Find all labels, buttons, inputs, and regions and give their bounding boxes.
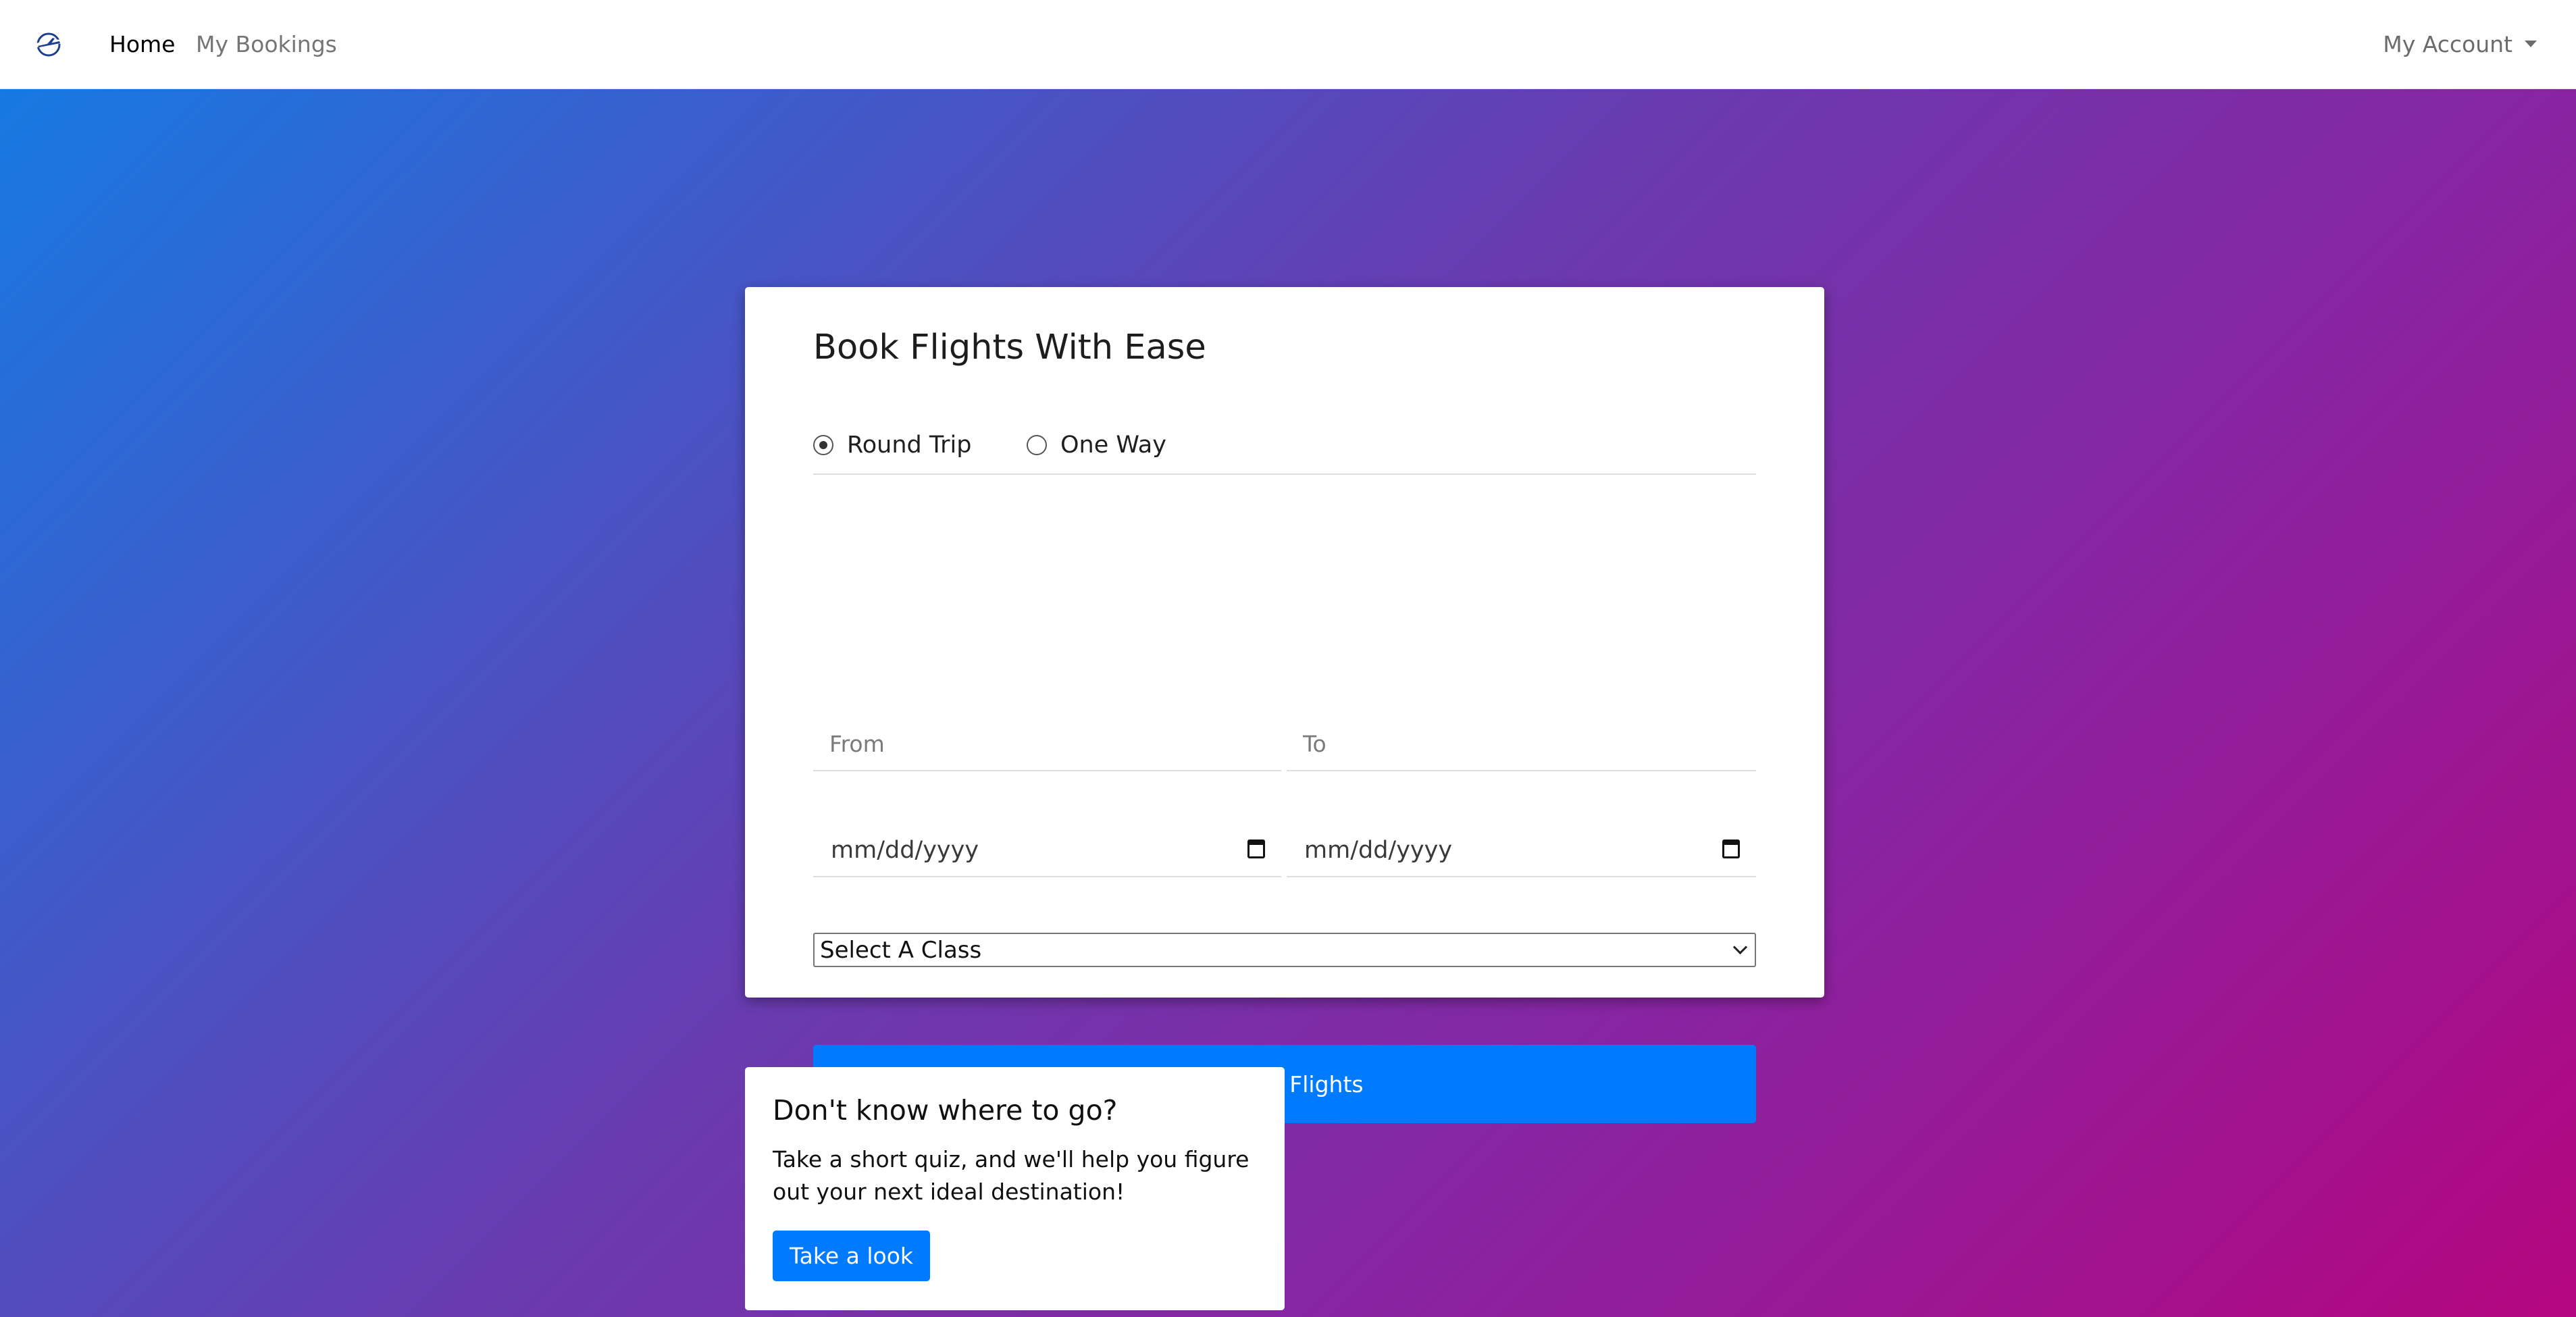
class-select[interactable]: Select A Class [813, 933, 1756, 967]
nav-home-link[interactable]: Home [109, 30, 175, 59]
top-navbar: Home My Bookings My Account [0, 0, 2576, 89]
return-date-input[interactable]: mm/dd/yyyy [1287, 823, 1756, 877]
departure-date-input[interactable]: mm/dd/yyyy [813, 823, 1281, 877]
from-input[interactable] [813, 717, 1281, 770]
airplane-globe-icon[interactable] [32, 30, 65, 59]
my-account-dropdown[interactable]: My Account [2383, 30, 2537, 59]
hero-background: Book Flights With Ease Round Trip One Wa… [0, 89, 2576, 1317]
radio-unchecked-icon [1027, 435, 1047, 455]
calendar-icon[interactable] [1247, 840, 1265, 858]
take-a-look-button[interactable]: Take a look [773, 1231, 930, 1281]
my-account-label: My Account [2383, 31, 2513, 57]
booking-title: Book Flights With Ease [813, 328, 1206, 367]
nav-my-bookings-link[interactable]: My Bookings [196, 30, 337, 59]
booking-card: Book Flights With Ease Round Trip One Wa… [745, 287, 1824, 1123]
round-trip-label: Round Trip [847, 432, 972, 459]
radio-checked-icon [813, 435, 833, 455]
class-select-value: Select A Class [820, 937, 982, 964]
chevron-down-icon [1732, 939, 1748, 955]
from-field [813, 717, 1281, 771]
trip-type-group: Round Trip One Way [813, 422, 1756, 475]
one-way-label: One Way [1060, 432, 1166, 459]
departure-date-text: mm/dd/yyyy [831, 837, 979, 864]
return-date-text: mm/dd/yyyy [1304, 837, 1453, 864]
quiz-card: Don't know where to go? Take a short qui… [745, 1067, 1285, 1310]
calendar-icon[interactable] [1722, 840, 1740, 858]
to-input[interactable] [1287, 717, 1756, 770]
quiz-description: Take a short quiz, and we'll help you fi… [773, 1146, 1250, 1205]
caret-down-icon [2525, 40, 2537, 47]
to-field [1287, 717, 1756, 771]
quiz-title: Don't know where to go? [773, 1094, 1118, 1127]
